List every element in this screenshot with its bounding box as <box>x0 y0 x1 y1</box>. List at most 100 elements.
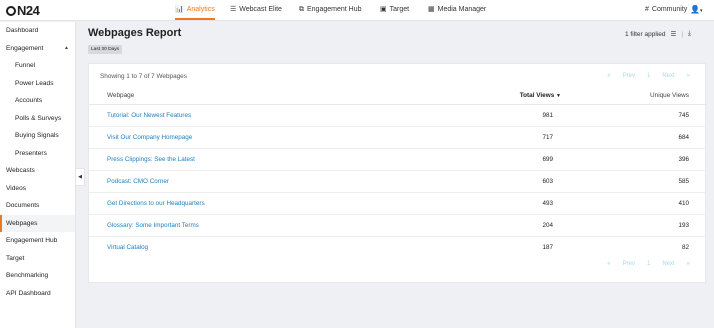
table-row: Get Directions to our Headquarters 493 4… <box>89 193 707 215</box>
sidebar-collapse-button[interactable]: ◀ <box>76 168 85 186</box>
nav-target[interactable]: ▣ Target <box>380 6 409 13</box>
table-row: Press Clippings: See the Latest 699 396 <box>89 149 707 171</box>
table-row: Podcast: CMO Corner 603 585 <box>89 171 707 193</box>
on24-logo[interactable]: N24 <box>6 3 40 18</box>
hub-icon: ⧉ <box>299 6 304 13</box>
first-page-icon[interactable]: « <box>607 73 610 79</box>
sidebar-item-label: Webpages <box>6 219 38 227</box>
page-number[interactable]: 1 <box>647 73 650 79</box>
last-page-icon[interactable]: » <box>687 261 690 267</box>
sidebar-item-dashboard[interactable]: Dashboard <box>0 22 75 40</box>
column-header-webpage[interactable]: Webpage <box>107 92 134 99</box>
unique-views-value: 396 <box>678 156 689 163</box>
sidebar-item-videos[interactable]: Videos <box>0 180 75 198</box>
sidebar-item-label: Webcasts <box>6 167 35 175</box>
sidebar-item-buying-signals[interactable]: Buying Signals <box>0 127 75 145</box>
webpage-link[interactable]: Tutorial: Our Newest Features <box>107 112 191 119</box>
sidebar-item-label: Engagement Hub <box>6 237 58 245</box>
sidebar-item-label: Dashboard <box>6 27 39 35</box>
date-range-chip[interactable]: Last 30 Days <box>88 45 122 54</box>
report-panel: Showing 1 to 7 of 7 Webpages « Prev 1 Ne… <box>88 63 707 283</box>
table-row: Glossary: Some Important Terms 204 193 <box>89 215 707 237</box>
unique-views-value: 193 <box>678 222 689 229</box>
sidebar-item-target[interactable]: Target <box>0 250 75 268</box>
sidebar-item-power-leads[interactable]: Power Leads <box>0 75 75 93</box>
nav-engagement-hub[interactable]: ⧉ Engagement Hub <box>299 6 361 13</box>
sidebar-item-engagement[interactable]: Engagement ▲ <box>0 40 75 58</box>
sidebar-item-label: API Dashboard <box>6 289 51 297</box>
next-button[interactable]: Next <box>662 73 674 79</box>
sidebar-item-funnel[interactable]: Funnel <box>0 57 75 75</box>
prev-button[interactable]: Prev <box>623 261 635 267</box>
total-views-value: 204 <box>542 222 553 229</box>
logo-text: N24 <box>17 3 40 18</box>
unique-views-value: 410 <box>678 200 689 207</box>
sidebar-item-accounts[interactable]: Accounts <box>0 92 75 110</box>
nav-label: Media Manager <box>437 6 487 13</box>
table-row: Visit Our Company Homepage 717 684 <box>89 127 707 149</box>
hashtag-icon: # <box>645 6 649 13</box>
community-label: Community <box>651 6 688 13</box>
sidebar-item-presenters[interactable]: Presenters <box>0 145 75 163</box>
webpage-link[interactable]: Podcast: CMO Corner <box>107 178 169 185</box>
sidebar-item-polls-surveys[interactable]: Polls & Surveys <box>0 110 75 128</box>
nav-media-manager[interactable]: ▦ Media Manager <box>428 6 486 13</box>
sidebar-item-label: Engagement <box>6 44 44 52</box>
sidebar-item-label: Accounts <box>15 97 43 105</box>
next-button[interactable]: Next <box>662 261 674 267</box>
webpage-link[interactable]: Glossary: Some Important Terms <box>107 222 199 229</box>
sidebar-item-label: Documents <box>6 202 40 210</box>
column-header-unique-views[interactable]: Unique Views <box>650 92 689 99</box>
first-page-icon[interactable]: « <box>607 261 610 267</box>
user-menu[interactable]: 👤▾ <box>690 5 702 14</box>
download-icon[interactable]: ⤓ <box>688 30 691 38</box>
column-header-total-views[interactable]: Total Views ▼ <box>520 92 561 99</box>
pagination-top: « Prev 1 Next » <box>607 73 690 79</box>
table-row: Tutorial: Our Newest Features 981 745 <box>89 105 707 127</box>
prev-button[interactable]: Prev <box>623 73 635 79</box>
webpage-link[interactable]: Virtual Catalog <box>107 244 148 251</box>
sidebar-item-label: Target <box>6 254 25 262</box>
webpage-link[interactable]: Visit Our Company Homepage <box>107 134 192 141</box>
total-views-value: 187 <box>542 244 553 251</box>
chevron-left-icon: ◀ <box>78 174 82 180</box>
community-link[interactable]: # Community <box>645 6 687 13</box>
last-page-icon[interactable]: » <box>687 73 690 79</box>
sidebar-item-api-dashboard[interactable]: API Dashboard <box>0 285 75 303</box>
sidebar-item-label: Videos <box>6 184 27 192</box>
list-icon: ☰ <box>230 6 237 13</box>
total-views-value: 717 <box>542 134 553 141</box>
sidebar-item-engagement-hub[interactable]: Engagement Hub <box>0 232 75 250</box>
sidebar-item-webcasts[interactable]: Webcasts <box>0 162 75 180</box>
webpage-link[interactable]: Get Directions to our Headquarters <box>107 200 205 207</box>
total-views-value: 699 <box>542 156 553 163</box>
user-icon: 👤 <box>690 5 700 14</box>
sidebar-item-label: Power Leads <box>15 79 54 87</box>
nav-analytics[interactable]: 📊 Analytics <box>175 6 215 20</box>
nav-label: Target <box>389 6 410 13</box>
nav-webcast-elite[interactable]: ☰ Webcast Elite <box>230 6 282 13</box>
sidebar-item-webpages[interactable]: Webpages <box>0 214 75 232</box>
nav-label: Webcast Elite <box>239 6 282 13</box>
filter-icon[interactable]: ☰ <box>670 30 676 38</box>
sidebar-item-label: Presenters <box>15 149 47 157</box>
sidebar-item-label: Buying Signals <box>15 132 59 140</box>
table-header: Webpage Total Views ▼ Unique Views <box>89 86 707 105</box>
target-icon: ▣ <box>380 6 387 13</box>
sidebar-item-documents[interactable]: Documents <box>0 197 75 215</box>
webpage-link[interactable]: Press Clippings: See the Latest <box>107 156 195 163</box>
nav-label: Analytics <box>186 6 215 13</box>
total-views-value: 981 <box>542 112 553 119</box>
page-title: Webpages Report <box>88 27 182 39</box>
chevron-down-icon: ▾ <box>699 8 703 14</box>
unique-views-value: 585 <box>678 178 689 185</box>
unique-views-value: 684 <box>678 134 689 141</box>
bar-chart-icon: 📊 <box>175 6 184 13</box>
sidebar-item-label: Polls & Surveys <box>15 114 62 122</box>
sidebar-item-benchmarking[interactable]: Benchmarking <box>0 267 75 285</box>
unique-views-value: 745 <box>678 112 689 119</box>
page-number[interactable]: 1 <box>647 261 650 267</box>
divider: | <box>681 30 684 38</box>
filter-status-text[interactable]: 1 filter applied <box>625 31 665 38</box>
showing-count: Showing 1 to 7 of 7 Webpages <box>100 73 187 80</box>
